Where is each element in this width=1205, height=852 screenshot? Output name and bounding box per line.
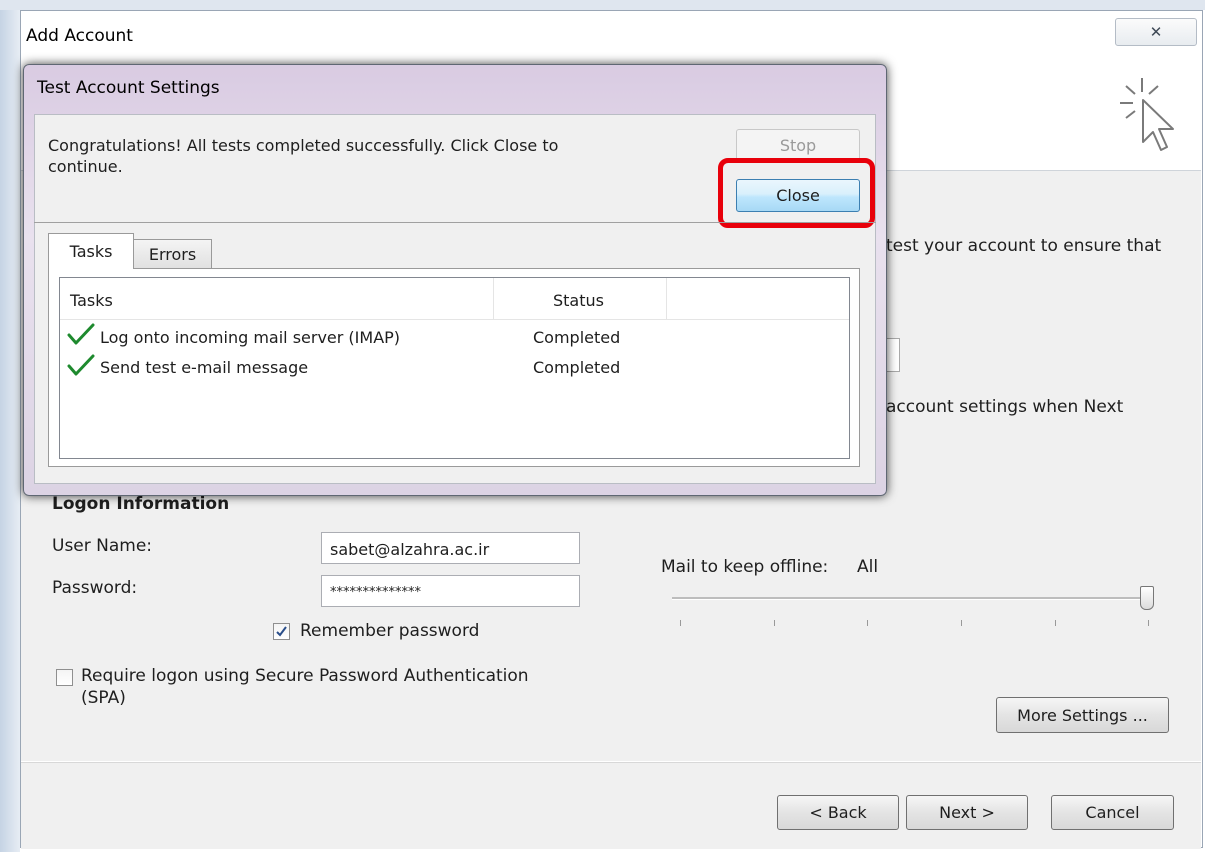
- slider-tick: [961, 620, 962, 626]
- column-divider: [666, 278, 667, 319]
- slider-tick: [867, 620, 868, 626]
- offline-label: Mail to keep offline:: [661, 557, 829, 577]
- task-row-label: Send test e-mail message: [100, 358, 309, 377]
- column-header-status[interactable]: Status: [553, 291, 604, 310]
- close-highlight-box: [718, 158, 875, 228]
- spa-checkbox[interactable]: [56, 669, 73, 686]
- slider-tick: [774, 620, 775, 626]
- spa-label: Require logon using Secure Password Auth…: [81, 665, 529, 709]
- green-check-icon: [67, 323, 95, 345]
- username-field[interactable]: sabet@alzahra.ac.ir: [321, 532, 580, 564]
- test-dialog-title: Test Account Settings: [37, 78, 220, 98]
- cancel-button[interactable]: Cancel: [1051, 795, 1174, 830]
- remember-password-checkbox[interactable]: [273, 623, 290, 640]
- username-label: User Name:: [52, 536, 153, 556]
- cursor-sparkle-icon: [1120, 78, 1174, 151]
- password-field[interactable]: **************: [321, 575, 580, 607]
- offline-value: All: [857, 557, 879, 577]
- green-check-icon: [67, 354, 95, 376]
- auto-test-text: account settings when Next: [886, 397, 1124, 417]
- offline-slider-thumb[interactable]: [1140, 586, 1154, 610]
- task-row-status: Completed: [533, 358, 621, 377]
- background-window-strip: [0, 0, 1205, 10]
- column-header-tasks[interactable]: Tasks: [70, 291, 113, 310]
- spa-label-line1: Require logon using Secure Password Auth…: [81, 666, 529, 686]
- success-message: Congratulations! All tests completed suc…: [48, 135, 648, 177]
- password-label: Password:: [52, 578, 138, 598]
- success-message-line2: continue.: [48, 157, 123, 176]
- add-account-title: Add Account: [26, 26, 133, 46]
- stop-button[interactable]: Stop: [736, 129, 860, 161]
- offline-slider-track[interactable]: [672, 597, 1152, 600]
- column-divider: [493, 278, 494, 319]
- slider-tick: [680, 620, 681, 626]
- test-description-text: test your account to ensure that: [886, 236, 1162, 256]
- next-button[interactable]: Next >: [906, 795, 1028, 830]
- remember-password-label: Remember password: [300, 621, 480, 641]
- tab-tasks[interactable]: Tasks: [48, 233, 134, 269]
- separator: [34, 222, 876, 223]
- task-row-label: Log onto incoming mail server (IMAP): [100, 328, 401, 347]
- success-message-line1: Congratulations! All tests completed suc…: [48, 136, 559, 155]
- column-header-row: [60, 278, 849, 320]
- more-settings-button[interactable]: More Settings ...: [996, 697, 1169, 733]
- slider-tick: [1055, 620, 1056, 626]
- checkmark-icon: [276, 626, 287, 637]
- spa-label-line2: (SPA): [81, 688, 126, 708]
- slider-tick: [1148, 620, 1149, 626]
- back-button[interactable]: < Back: [777, 795, 899, 830]
- close-icon: ✕: [1149, 23, 1163, 41]
- background-window-edge: [0, 10, 20, 852]
- task-row-status: Completed: [533, 328, 621, 347]
- logon-heading: Logon Information: [52, 494, 230, 514]
- tab-errors[interactable]: Errors: [133, 239, 212, 268]
- dialog-close-button[interactable]: ✕: [1115, 18, 1197, 46]
